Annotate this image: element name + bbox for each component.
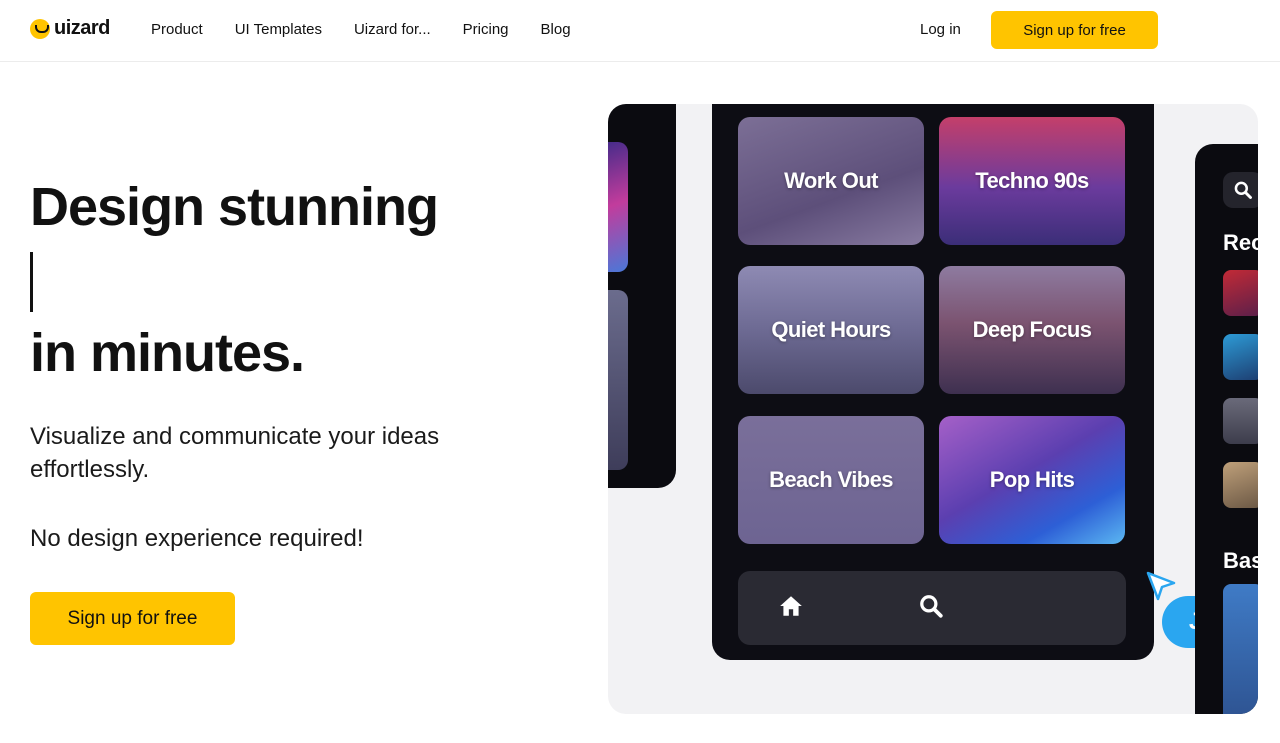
search-icon: [1234, 181, 1252, 199]
track-thumb: [1223, 584, 1258, 714]
section-label: Bas: [1223, 548, 1258, 573]
main-nav: Product UI Templates Uizard for... Prici…: [151, 21, 603, 38]
track-thumb: [1223, 334, 1258, 380]
search-icon: [920, 595, 943, 618]
left-thumb: [608, 142, 628, 272]
playlist-tile: Quiet Hours: [738, 266, 924, 394]
hero-headline-line2: in minutes.: [30, 323, 305, 383]
right-phone-mockup: Rec Bas: [1195, 144, 1258, 714]
phone-mockup: Work Out Techno 90s Quiet Hours Deep Foc…: [712, 104, 1257, 660]
nav-ui-templates[interactable]: UI Templates: [235, 21, 322, 38]
site-header: uizard Product UI Templates Uizard for..…: [0, 0, 1280, 62]
track-thumb: [1223, 398, 1258, 444]
section-label: Rec: [1223, 230, 1258, 255]
playlist-tile: Beach Vibes: [738, 416, 924, 544]
logo-icon: [30, 18, 50, 39]
playlist-tile: Techno 90s: [939, 117, 1125, 245]
phone-tab-bar: [738, 571, 1126, 645]
home-icon: [780, 596, 802, 616]
hero-subtitle-2: No design experience required!: [30, 525, 364, 552]
playlist-tile: Work Out: [738, 117, 924, 245]
cursor-icon: [1146, 571, 1176, 601]
playlist-tile: Deep Focus: [939, 266, 1125, 394]
nav-blog[interactable]: Blog: [541, 21, 571, 38]
nav-pricing[interactable]: Pricing: [463, 21, 509, 38]
track-thumb: [1223, 270, 1258, 316]
typing-caret: [30, 252, 33, 312]
uizard-logo[interactable]: uizard: [30, 17, 110, 40]
search-box: [1223, 172, 1258, 208]
nav-uizard-for[interactable]: Uizard for...: [354, 21, 431, 38]
left-phone-mockup: ‹: [608, 104, 676, 488]
login-link[interactable]: Log in: [920, 21, 961, 38]
signup-button-hero[interactable]: Sign up for free: [30, 592, 235, 645]
track-thumb: [1223, 462, 1258, 508]
hero-subtitle: Visualize and communicate your ideas eff…: [30, 423, 440, 483]
playlist-tile: Pop Hits: [939, 416, 1125, 544]
app-showcase: ‹ Work Out Techno 90s Quiet Hours Deep F…: [608, 104, 1258, 714]
left-thumb: [608, 290, 628, 470]
nav-product[interactable]: Product: [151, 21, 203, 38]
logo-text: uizard: [54, 17, 110, 39]
hero-headline-line1: Design stunning: [30, 177, 439, 237]
signup-button-header[interactable]: Sign up for free: [991, 11, 1158, 49]
